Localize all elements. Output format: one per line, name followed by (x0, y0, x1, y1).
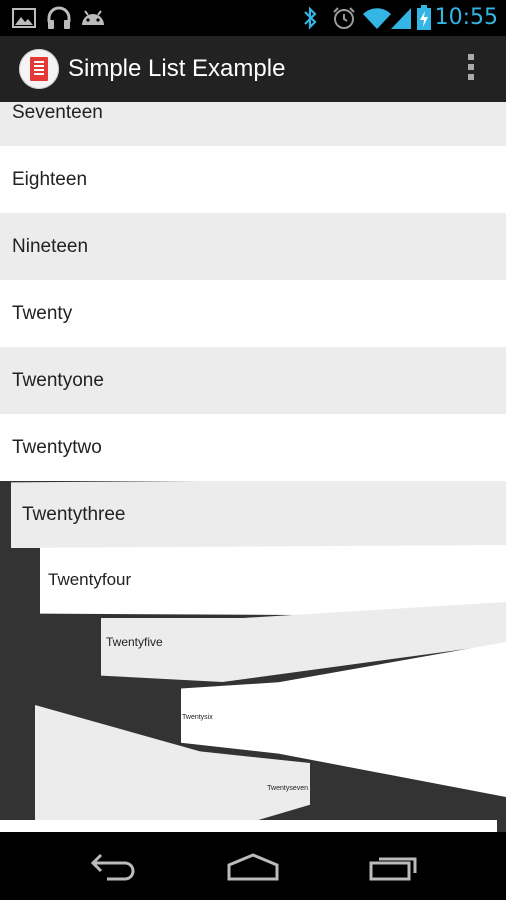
android-icon (80, 0, 106, 36)
list-item[interactable] (0, 820, 497, 832)
recents-icon[interactable] (364, 846, 424, 886)
headphones-icon (46, 0, 72, 36)
list-item[interactable]: Nineteen (0, 213, 506, 280)
list-item-label: Twentytwo (12, 436, 102, 458)
image-icon (12, 0, 36, 36)
list-document-icon (30, 57, 48, 81)
list-item-label: Twenty (12, 302, 73, 324)
home-icon[interactable] (223, 846, 283, 886)
list-item[interactable]: Twentytwo (0, 414, 506, 481)
list-item-label: Seventeen (12, 102, 103, 123)
action-bar: Simple List Example (0, 36, 506, 102)
app-icon[interactable] (19, 49, 59, 89)
alarm-icon (332, 0, 356, 36)
back-icon[interactable] (82, 846, 142, 886)
list-item[interactable]: Seventeen (0, 102, 506, 146)
bluetooth-icon (302, 0, 318, 36)
battery-charging-icon (416, 0, 432, 36)
overflow-menu-icon[interactable] (466, 54, 476, 84)
status-bar: 10:55 (0, 0, 506, 36)
list-item-label: Nineteen (12, 235, 89, 257)
wifi-icon (362, 0, 392, 36)
list-item-label: Twentysix (182, 714, 213, 721)
list-item-label: Twentythree (22, 503, 126, 525)
list-item-label: Twentyfour (48, 570, 132, 589)
clock-time: 10:55 (434, 5, 498, 30)
list-item-label: Twentyone (12, 369, 104, 391)
signal-icon (390, 0, 412, 36)
list-item[interactable]: Eighteen (0, 146, 506, 213)
navigation-bar (0, 832, 506, 900)
list-item[interactable]: Twentythree (11, 481, 506, 548)
list-item-label: Twentyfive (106, 635, 163, 649)
list-item-label: Twentyseven (267, 784, 308, 792)
list-item[interactable]: Twentyone (0, 347, 506, 414)
list-item-label: Eighteen (12, 168, 88, 190)
list-item[interactable]: Twenty (0, 280, 506, 347)
list-item[interactable]: Twentyfour (40, 545, 506, 615)
app-title: Simple List Example (68, 55, 286, 82)
simple-list[interactable]: Seventeen Eighteen Nineteen Twenty Twent… (0, 102, 506, 832)
